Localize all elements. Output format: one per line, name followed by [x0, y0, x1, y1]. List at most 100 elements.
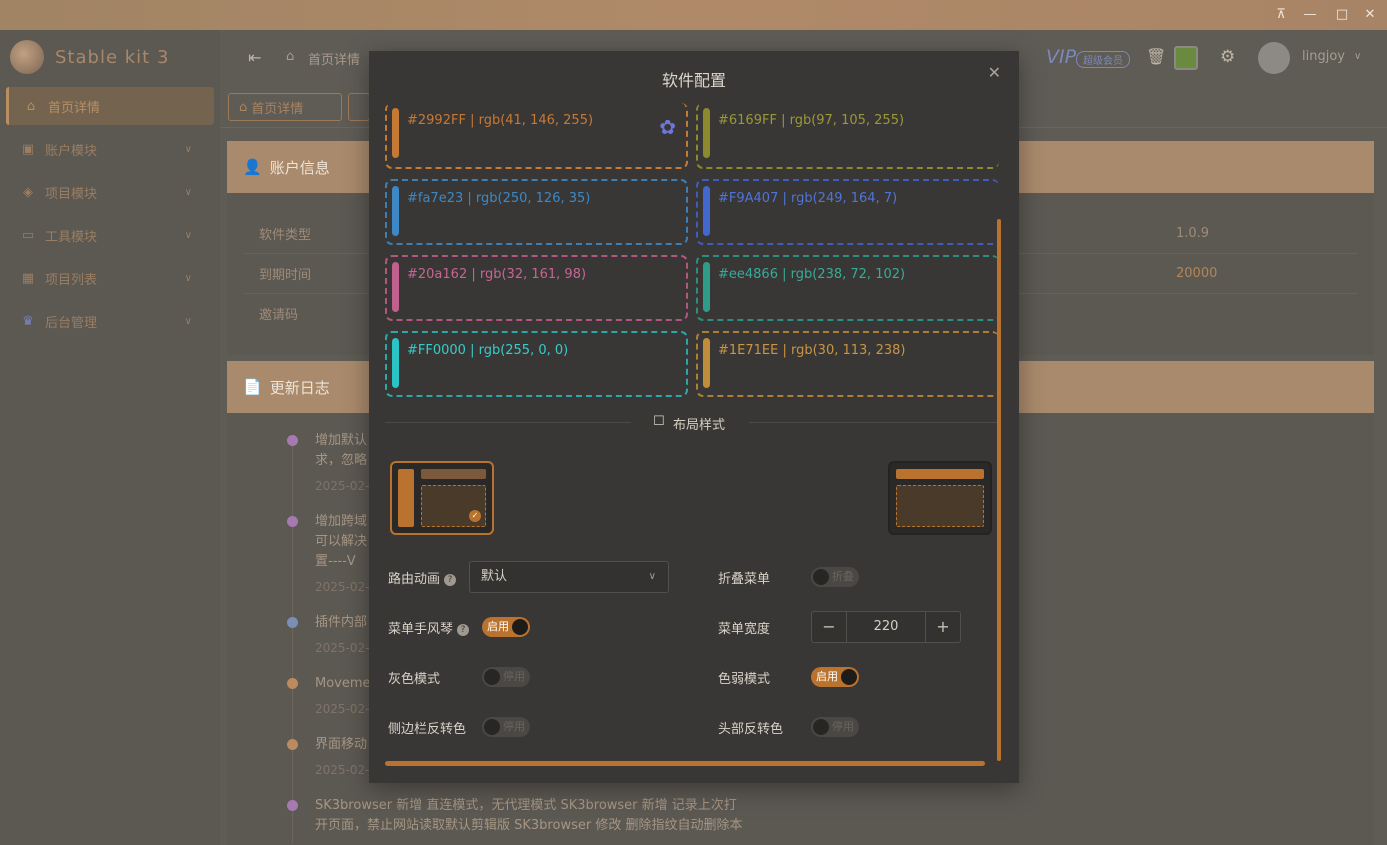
title-bar: ⊼ — □ ✕	[0, 0, 1387, 30]
swatch-label: #6169FF | rgb(97, 105, 255)	[718, 113, 905, 128]
document-icon: 📄	[243, 378, 262, 396]
header-invert-switch[interactable]: 停用	[811, 717, 859, 737]
log-text: SK3browser 新增 直连模式，无代理模式 SK3browser 新增 记…	[315, 798, 737, 813]
swatch-bar	[392, 108, 399, 158]
gray-mode-label: 灰色模式	[388, 672, 441, 687]
horizontal-scrollbar[interactable]	[385, 761, 985, 766]
vertical-scrollbar[interactable]	[997, 219, 1001, 761]
accordion-label: 菜单手风琴?	[388, 618, 470, 637]
theme-swatch[interactable]: #F9A407 | rgb(249, 164, 7)	[696, 179, 999, 245]
layout-header-block	[421, 469, 486, 479]
pin-top-icon[interactable]: ⊼	[1270, 5, 1292, 25]
sidebar-item-projects[interactable]: ◈ 项目模块 ∨	[6, 173, 214, 211]
layout-content-block	[896, 485, 984, 527]
chevron-down-icon[interactable]: ∨	[1354, 51, 1361, 62]
sidebar-item-tools[interactable]: ▭ 工具模块 ∨	[6, 216, 214, 254]
menu-width-label: 菜单宽度	[718, 622, 771, 637]
chevron-down-icon: ∨	[184, 272, 192, 284]
label-text: 菜单手风琴	[388, 622, 454, 637]
breadcrumb[interactable]: 首页详情	[308, 49, 360, 68]
timeline-dot	[287, 435, 298, 446]
select-value: 默认	[481, 569, 508, 584]
maximize-button[interactable]: □	[1331, 5, 1353, 25]
close-window-button[interactable]: ✕	[1359, 5, 1381, 25]
theme-swatch[interactable]: #2992FF | rgb(41, 146, 255) ✿	[385, 103, 688, 169]
sidebar-item-label: 工具模块	[45, 229, 98, 245]
menu-width-stepper: − 220 +	[811, 611, 961, 643]
gear-icon[interactable]: ⚙	[1220, 47, 1235, 67]
sidebar-item-label: 项目模块	[45, 186, 98, 202]
help-icon[interactable]: ?	[444, 574, 457, 586]
increment-button[interactable]: +	[926, 612, 960, 642]
timeline-dot	[287, 739, 298, 750]
log-text: 可以解决	[315, 534, 368, 549]
log-text: Moveme	[315, 676, 371, 691]
close-icon[interactable]: ✕	[988, 63, 1001, 82]
log-date: 2025-02-	[315, 580, 370, 594]
grid-icon: ▦	[21, 270, 35, 286]
username[interactable]: lingjoy	[1302, 49, 1345, 64]
sidebar-invert-switch[interactable]: 停用	[482, 717, 530, 737]
log-text: 界面移动	[315, 737, 368, 752]
sidebar-item-admin[interactable]: ♛ 后台管理 ∨	[6, 302, 214, 340]
gray-mode-switch[interactable]: 停用	[482, 667, 530, 687]
vip-badge: 超级会员	[1076, 51, 1130, 68]
theme-swatch[interactable]: #ee4866 | rgb(238, 72, 102)	[696, 255, 999, 321]
route-animation-select[interactable]: 默认 ∨	[469, 561, 669, 593]
user-badge-icon: ▣	[21, 141, 35, 157]
layout-option-horizontal[interactable]	[888, 461, 992, 535]
chevron-down-icon: ∨	[184, 315, 192, 327]
swatch-label: #fa7e23 | rgb(250, 126, 35)	[407, 191, 591, 206]
layers-icon: ◈	[23, 184, 33, 200]
avatar[interactable]	[1258, 42, 1290, 74]
decrement-button[interactable]: −	[812, 612, 846, 642]
swatch-bar	[392, 186, 399, 236]
minimize-button[interactable]: —	[1299, 5, 1321, 25]
row-label: 到期时间	[259, 268, 312, 283]
log-date: 2025-02-	[315, 479, 370, 493]
log-text: 插件内部	[315, 615, 368, 630]
sidebar-item-label: 后台管理	[45, 315, 98, 331]
divider	[749, 422, 997, 423]
header-invert-label: 头部反转色	[718, 722, 784, 737]
collapse-menu-switch[interactable]: 折叠	[811, 567, 859, 587]
sidebar-item-project-list[interactable]: ▦ 项目列表 ∨	[6, 259, 214, 297]
color-picker-icon[interactable]	[1174, 46, 1198, 70]
home-icon: ⌂	[26, 98, 36, 114]
accordion-switch[interactable]: 启用	[482, 617, 530, 637]
timeline-dot	[287, 516, 298, 527]
menu-fold-icon[interactable]: ⇤	[248, 48, 261, 67]
theme-swatch[interactable]: #fa7e23 | rgb(250, 126, 35)	[385, 179, 688, 245]
help-icon[interactable]: ?	[457, 624, 470, 636]
swatch-label: #ee4866 | rgb(238, 72, 102)	[718, 267, 906, 282]
trash-icon[interactable]: 🗑	[1146, 47, 1166, 66]
layout-header-block	[896, 469, 984, 479]
swatch-label: #20a162 | rgb(32, 161, 98)	[407, 267, 587, 282]
theme-swatch[interactable]: #6169FF | rgb(97, 105, 255)	[696, 103, 999, 169]
theme-swatch[interactable]: #FF0000 | rgb(255, 0, 0)	[385, 331, 688, 397]
swatch-bar	[703, 186, 710, 236]
sidebar-item-home[interactable]: ⌂ 首页详情	[6, 87, 214, 125]
settings-modal: 软件配置 ✕ #2992FF | rgb(41, 146, 255) ✿ #61…	[369, 51, 1019, 783]
chevron-down-icon: ∨	[648, 571, 656, 582]
tab-home[interactable]: ⌂ 首页详情	[228, 93, 342, 121]
app-name: Stable kit 3	[55, 47, 170, 68]
sidebar-item-label: 账户模块	[45, 143, 98, 159]
row-value: 20000	[1176, 266, 1218, 281]
weak-mode-switch[interactable]: 启用	[811, 667, 859, 687]
modal-title: 软件配置	[661, 71, 726, 90]
sidebar-item-account[interactable]: ▣ 账户模块 ∨	[6, 130, 214, 168]
chevron-down-icon: ∨	[184, 229, 192, 241]
sidebar-item-label: 首页详情	[48, 100, 101, 116]
tab-more[interactable]	[348, 93, 370, 121]
timeline-line	[292, 443, 293, 843]
crown-icon: ♛	[22, 313, 34, 329]
menu-width-value[interactable]: 220	[846, 612, 926, 642]
log-text: 增加跨域	[315, 514, 368, 529]
theme-swatch[interactable]: #20a162 | rgb(32, 161, 98)	[385, 255, 688, 321]
layout-option-vertical[interactable]: ✓	[390, 461, 494, 535]
theme-swatch[interactable]: #1E71EE | rgb(30, 113, 238)	[696, 331, 999, 397]
vip-label: VIP	[1046, 46, 1077, 68]
divider	[385, 422, 631, 423]
log-text: 求，忽略	[315, 453, 368, 468]
